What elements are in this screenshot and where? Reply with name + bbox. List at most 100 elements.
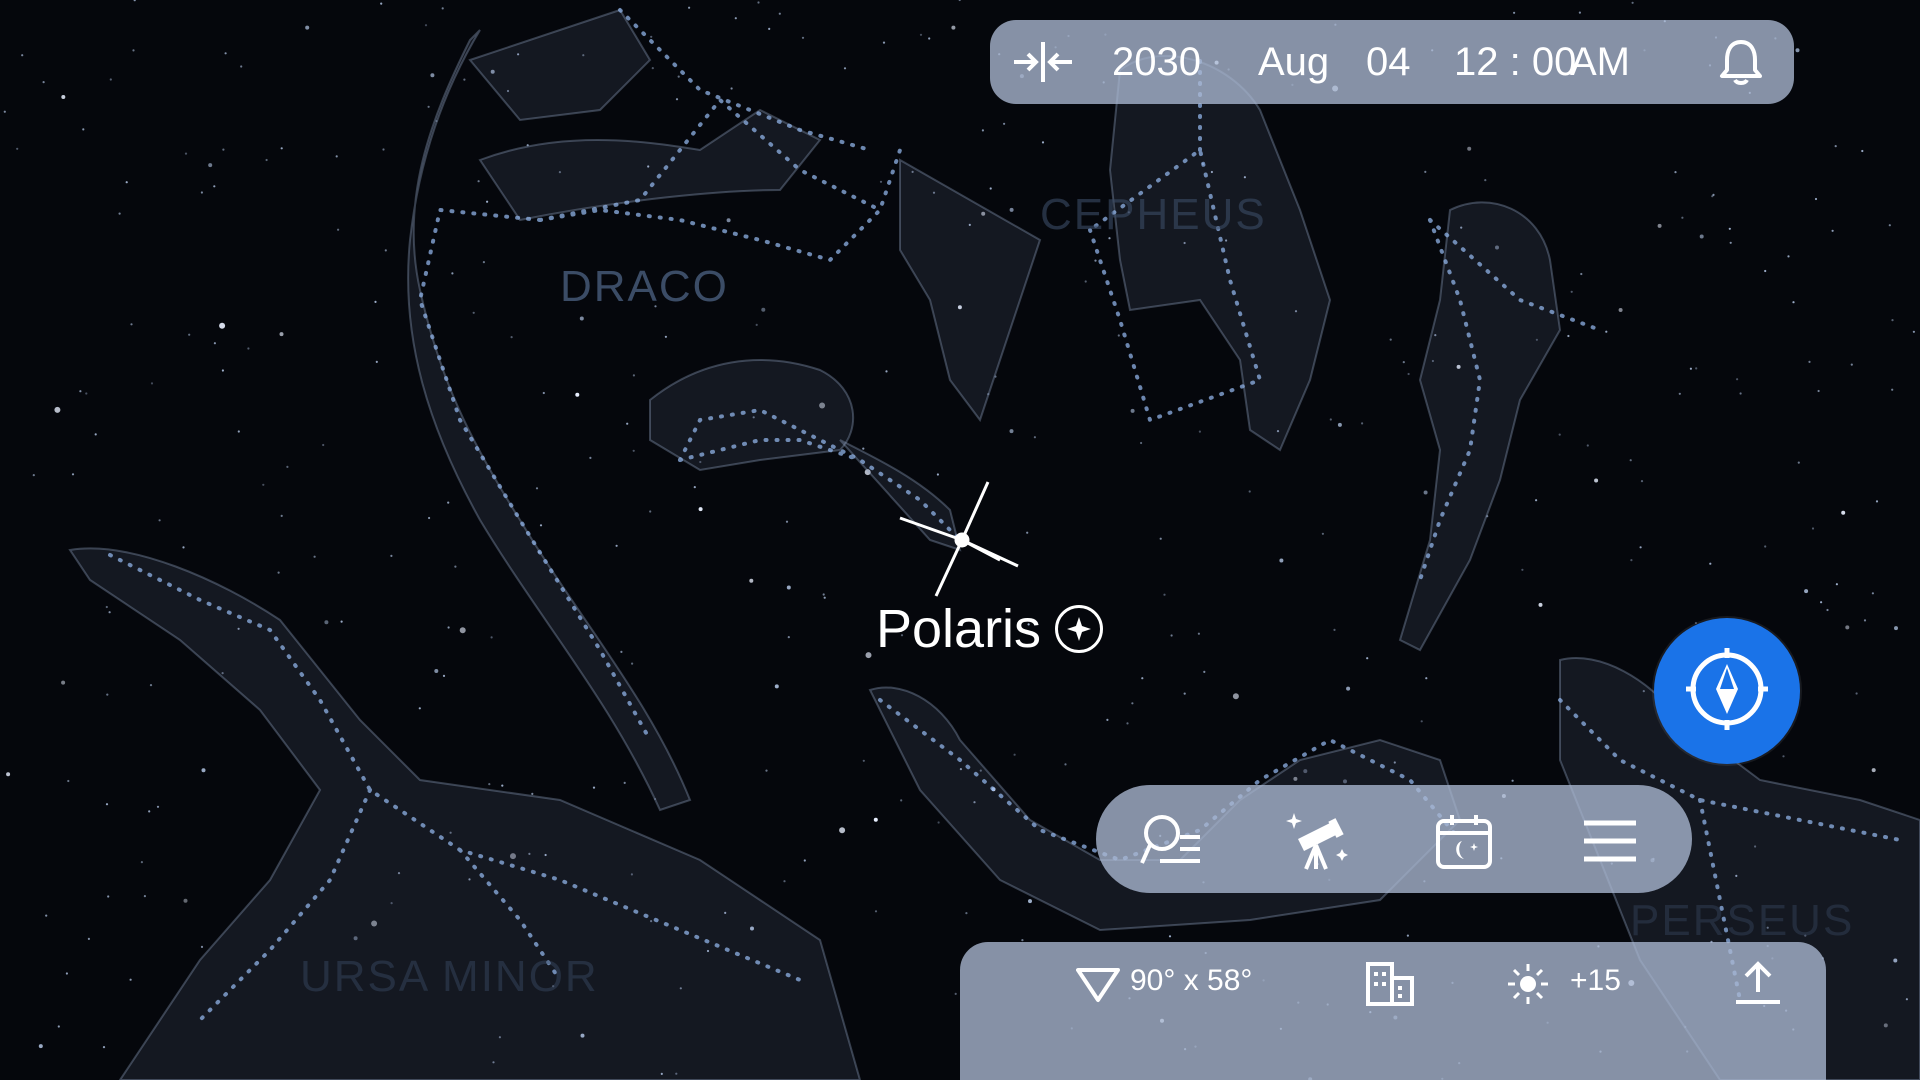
star: [57, 1025, 60, 1028]
share-icon[interactable]: [1734, 960, 1782, 1011]
star: [182, 546, 185, 549]
star: [592, 786, 596, 789]
star: [463, 78, 466, 81]
star: [1117, 334, 1120, 337]
star: [885, 370, 888, 373]
star: [749, 578, 754, 583]
star: [664, 335, 668, 338]
star: [1912, 330, 1915, 333]
star: [486, 200, 489, 203]
star: [1817, 389, 1820, 393]
calendar-night-icon[interactable]: [1432, 809, 1496, 873]
star: [1159, 537, 1162, 540]
star: [1420, 720, 1423, 723]
star: [1875, 500, 1879, 503]
star: [1321, 532, 1324, 535]
star: [1674, 171, 1677, 174]
star: [82, 128, 85, 131]
star: [1084, 280, 1087, 283]
star: [726, 218, 731, 223]
star: [1329, 418, 1332, 421]
brightness-value[interactable]: +15: [1570, 964, 1621, 998]
star: [761, 307, 766, 312]
star: [1811, 527, 1815, 530]
star: [280, 147, 283, 150]
star: [1639, 546, 1642, 549]
star: [1521, 568, 1524, 571]
star: [822, 593, 825, 596]
sun-icon[interactable]: [1506, 962, 1550, 1011]
fov-value[interactable]: 90° x 58°: [1130, 964, 1252, 998]
star: [1170, 634, 1173, 637]
label-cepheus: CEPHEUS: [1040, 190, 1267, 239]
star: [1855, 692, 1858, 695]
year-field[interactable]: 2030: [1112, 40, 1201, 85]
star: [340, 620, 343, 623]
star: [286, 465, 289, 468]
bell-icon[interactable]: [1718, 38, 1764, 91]
compass-icon: [1684, 646, 1770, 737]
star: [133, 0, 136, 2]
star: [1586, 444, 1589, 447]
star: [675, 98, 679, 101]
main-toolbar[interactable]: [1096, 785, 1692, 893]
star: [1407, 372, 1410, 376]
day-field[interactable]: 04: [1366, 40, 1411, 85]
star: [472, 311, 475, 314]
star: [1064, 763, 1067, 766]
star: [951, 25, 956, 30]
month-field[interactable]: Aug: [1258, 40, 1329, 85]
telescope-icon[interactable]: [1286, 809, 1350, 873]
star: [1736, 378, 1739, 381]
star: [1513, 11, 1516, 14]
star: [1197, 632, 1200, 635]
star: [1425, 677, 1428, 680]
star: [862, 447, 865, 450]
star: [213, 185, 216, 188]
star: [109, 78, 112, 81]
star: [632, 449, 635, 452]
star: [1366, 657, 1369, 660]
field-of-view-icon[interactable]: [1076, 966, 1120, 1009]
time-travel-icon[interactable]: [1012, 40, 1074, 89]
star: [156, 805, 160, 808]
star: [213, 342, 216, 345]
star: [620, 650, 623, 654]
star: [882, 41, 886, 44]
star: [1535, 499, 1538, 502]
star: [1026, 531, 1029, 534]
time-field[interactable]: 12 : 00: [1454, 40, 1576, 85]
star: [54, 406, 61, 413]
star: [632, 374, 636, 377]
star: [1279, 558, 1284, 563]
star: [61, 680, 66, 685]
star: [1835, 583, 1838, 586]
star: [1764, 545, 1767, 548]
star: [1712, 193, 1715, 196]
star: [85, 392, 88, 395]
menu-icon[interactable]: [1578, 809, 1642, 873]
ampm-field[interactable]: AM: [1570, 40, 1630, 85]
star: [535, 487, 539, 490]
star: [488, 783, 491, 786]
star: [1567, 334, 1570, 338]
star: [954, 992, 957, 996]
star: [981, 129, 985, 132]
date-time-bar[interactable]: 2030 Aug 04 12 : 00 AM: [990, 20, 1794, 104]
star: [649, 510, 652, 513]
star: [279, 332, 284, 337]
star: [1630, 559, 1633, 562]
star: [140, 861, 143, 864]
polaris-label[interactable]: Polaris: [876, 598, 1104, 660]
label-ursa-minor: URSA MINOR: [300, 952, 599, 1001]
star: [1141, 677, 1144, 680]
buildings-icon[interactable]: [1364, 960, 1416, 1011]
search-list-icon[interactable]: [1140, 809, 1204, 873]
star: [1333, 628, 1336, 632]
star: [1346, 686, 1351, 691]
compass-button[interactable]: [1654, 618, 1800, 764]
star: [1618, 308, 1623, 312]
star: [693, 486, 696, 489]
star: [118, 212, 121, 215]
star: [45, 914, 48, 917]
